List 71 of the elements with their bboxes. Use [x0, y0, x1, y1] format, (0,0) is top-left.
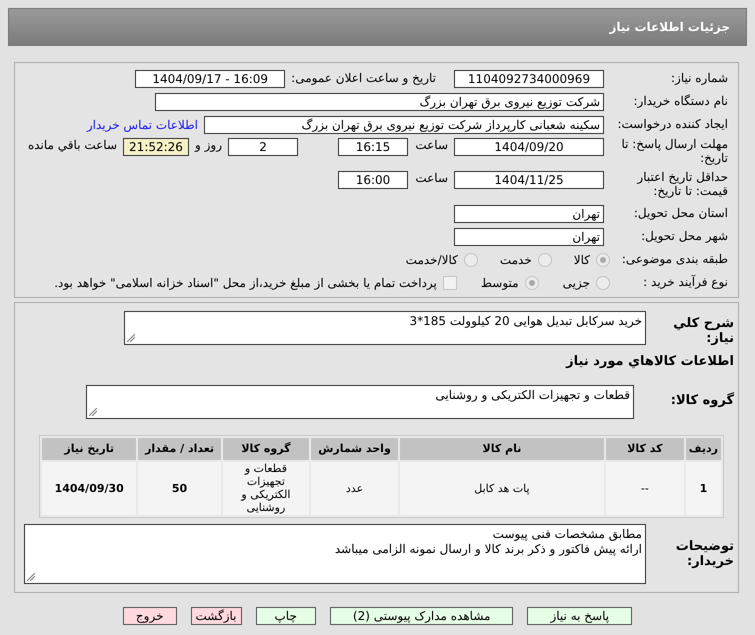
radio-label: کالا/خدمت — [406, 253, 458, 267]
checkbox[interactable] — [442, 276, 457, 290]
field-label: تاریخ و ساعت اعلان عمومی: — [291, 72, 436, 86]
field-label: طبقه بندی موضوعی: — [620, 253, 728, 267]
text-area[interactable]: خرید سرکابل تبدیل هوایی 20 کیلوولت 185*3 — [124, 311, 646, 345]
text-field[interactable]: سکینه شعبانی کارپرداز شرکت توزیع نیروی برق تهران بزرگ — [204, 116, 604, 134]
date-field[interactable]: 1404/11/25 — [454, 171, 604, 189]
radio-label: متوسط — [480, 276, 519, 290]
contact-link[interactable]: اطلاعات تماس خریدار — [86, 118, 198, 132]
column-header: گروه کالا — [222, 438, 310, 460]
radio-button[interactable] — [596, 276, 610, 290]
time-label: ساعت — [414, 138, 448, 152]
section-heading: اطلاعات کالاهاي مورد نياز — [566, 355, 734, 370]
field-label: ایجاد کننده درخواست: — [616, 118, 728, 132]
text-field[interactable]: تهران — [454, 205, 604, 223]
resize-grip-icon[interactable] — [89, 408, 97, 416]
remaining-label: ساعت باقي مانده — [28, 138, 117, 152]
days-label: روز و — [195, 138, 222, 152]
column-header: واحد شمارش — [311, 438, 398, 460]
column-header: کد کالا — [606, 438, 684, 460]
table-cell: پات هد کابل — [400, 462, 604, 515]
action-button[interactable]: پاسخ به نیاز — [527, 606, 632, 625]
countdown-field: 21:52:26 — [123, 138, 189, 156]
table-cell: 1404/09/30 — [42, 462, 136, 515]
note-line: مطابق مشخصات فنی پیوست — [492, 526, 642, 542]
action-button[interactable]: مشاهده مدارک پیوستی (2) — [330, 606, 514, 625]
action-button[interactable]: بازگشت — [190, 606, 242, 625]
date-field[interactable]: 1404/09/20 — [454, 138, 604, 156]
column-header: تعداد / مقدار — [138, 438, 221, 460]
text-area[interactable]: قطعات و تجهیزات الکتریکی و روشنایی — [86, 384, 634, 419]
field-label: نام دستگاه خریدار: — [632, 95, 728, 109]
text-area[interactable]: مطابق مشخصات فنی پیوست ارائه پیش فاکتور و ذکر برند کالا و ارسال نمونه الزامی میباشد — [24, 524, 646, 584]
page-title: جزئیات اطلاعات نیاز — [609, 20, 730, 34]
action-button[interactable]: خروج — [122, 606, 176, 625]
field-label: مهلت ارسال پاسخ: تا تاریخ: — [620, 138, 728, 166]
text-field[interactable]: 1404/09/17 - 16:09 — [135, 70, 286, 88]
checkbox-label: پرداخت تمام یا بخشی از مبلغ خرید،از محل "اسناد خزانه اسلامی" خواهد بود. — [54, 276, 437, 290]
note-line: ارائه پیش فاکتور و ذکر برند کالا و ارسال نمونه الزامی میباشد — [334, 542, 642, 558]
column-header: تاریخ نیاز — [42, 438, 136, 460]
field-label: گروه کالا: — [670, 394, 734, 410]
radio-label: کالا — [574, 253, 590, 267]
radio-button[interactable] — [596, 253, 610, 267]
days-field[interactable]: 2 — [228, 138, 298, 156]
text-field[interactable]: 1104092734000969 — [454, 70, 604, 88]
column-header: ردیف — [686, 438, 721, 460]
radio-button[interactable] — [464, 253, 478, 267]
field-label: شهر محل تحویل: — [640, 230, 728, 244]
radio-label: جزیی — [562, 276, 590, 290]
resize-grip-icon[interactable] — [127, 334, 135, 342]
table-cell: -- — [606, 462, 684, 515]
text-field[interactable]: شرکت توزیع نیروی برق تهران بزرگ — [155, 93, 604, 111]
table-cell: 1 — [686, 462, 721, 515]
radio-button[interactable] — [538, 253, 552, 267]
time-field[interactable]: 16:00 — [338, 171, 408, 189]
field-label: شرح کلي نياز: — [672, 317, 734, 347]
table-cell: 50 — [138, 462, 221, 515]
field-label: حداقل تاریخ اعتبار قیمت: تا تاریخ: — [636, 171, 728, 199]
table-cell: عدد — [311, 462, 398, 515]
table-cell: قطعات و تجهیزات الکتریکی و روشنایی — [222, 462, 310, 515]
field-label: استان محل تحویل: — [632, 207, 728, 221]
radio-button[interactable] — [524, 276, 539, 290]
resize-grip-icon[interactable] — [27, 572, 35, 581]
field-label: شماره نیاز: — [670, 72, 728, 86]
action-button[interactable]: چاپ — [256, 606, 316, 625]
field-label: نوع فرآیند خرید : — [642, 276, 728, 290]
text-field[interactable]: تهران — [454, 228, 604, 246]
time-label: ساعت — [414, 171, 448, 185]
column-header: نام کالا — [400, 438, 604, 460]
time-field[interactable]: 16:15 — [338, 138, 408, 156]
field-label: توضیحات خریدار: — [674, 540, 734, 570]
radio-label: خدمت — [500, 253, 532, 267]
